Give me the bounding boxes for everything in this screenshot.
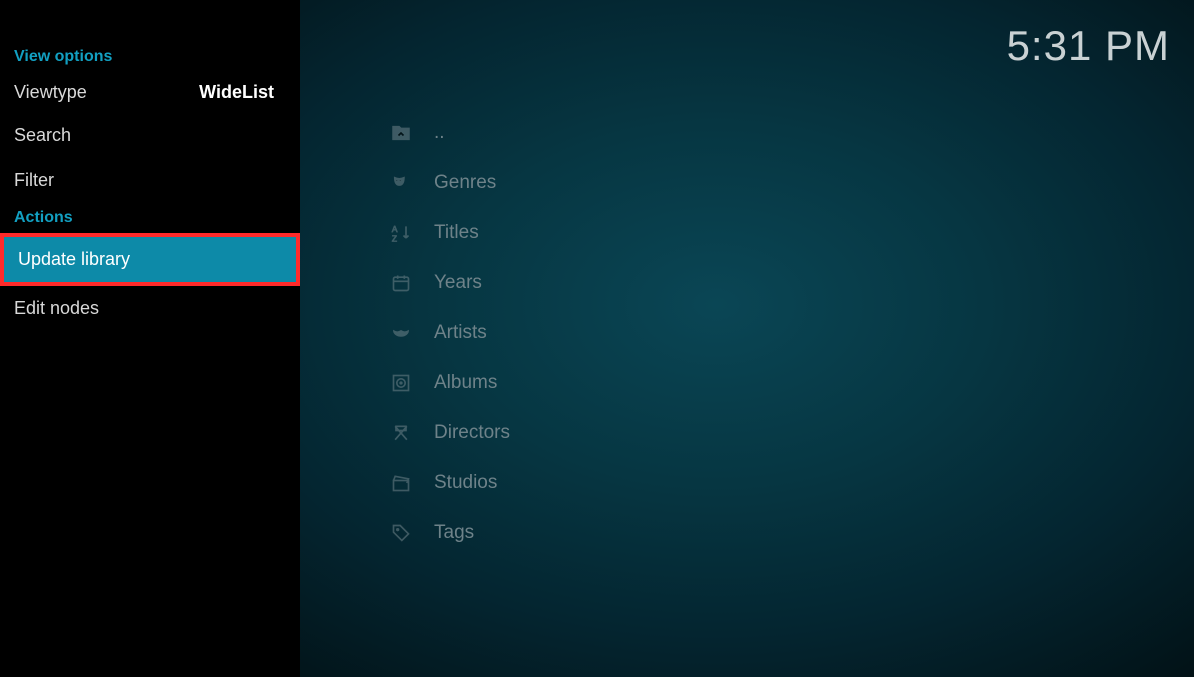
svg-text:Z: Z <box>392 233 397 243</box>
actions-header: Actions <box>0 203 300 233</box>
list-item-label: .. <box>434 122 445 144</box>
list-item-label: Years <box>434 272 482 294</box>
edit-nodes-item[interactable]: Edit nodes <box>0 286 300 331</box>
list-item-titles[interactable]: AZ Titles <box>390 208 1154 258</box>
filter-item[interactable]: Filter <box>0 158 300 203</box>
sort-alpha-icon: AZ <box>390 222 412 244</box>
list-item-label: Albums <box>434 372 497 394</box>
mask-icon <box>390 322 412 344</box>
list-item-label: Directors <box>434 422 510 444</box>
list-item-label: Artists <box>434 322 487 344</box>
list-item-studios[interactable]: Studios <box>390 458 1154 508</box>
list-item-directors[interactable]: Directors <box>390 408 1154 458</box>
clock: 5:31 PM <box>1007 22 1170 70</box>
theater-masks-icon <box>390 172 412 194</box>
update-library-item[interactable]: Update library <box>0 233 300 286</box>
list-item-artists[interactable]: Artists <box>390 308 1154 358</box>
calendar-icon <box>390 272 412 294</box>
list-item-genres[interactable]: Genres <box>390 158 1154 208</box>
director-chair-icon <box>390 422 412 444</box>
folder-up-icon <box>390 122 412 144</box>
list-item-label: Titles <box>434 222 479 244</box>
clapperboard-icon <box>390 472 412 494</box>
viewtype-value: WideList <box>199 82 274 103</box>
list-item-label: Tags <box>434 522 474 544</box>
list-item-label: Genres <box>434 172 496 194</box>
list-item-label: Studios <box>434 472 497 494</box>
viewtype-label: Viewtype <box>14 82 87 103</box>
list-item-years[interactable]: Years <box>390 258 1154 308</box>
viewtype-row[interactable]: Viewtype WideList <box>0 72 300 113</box>
list-item-tags[interactable]: Tags <box>390 508 1154 558</box>
list-item-albums[interactable]: Albums <box>390 358 1154 408</box>
tag-icon <box>390 522 412 544</box>
view-options-header: View options <box>0 42 300 72</box>
disc-icon <box>390 372 412 394</box>
music-videos-list: .. Genres AZ Titles Years Artists Albums <box>390 108 1154 558</box>
list-item-parent[interactable]: .. <box>390 108 1154 158</box>
side-options-panel: View options Viewtype WideList Search Fi… <box>0 0 300 677</box>
search-item[interactable]: Search <box>0 113 300 158</box>
